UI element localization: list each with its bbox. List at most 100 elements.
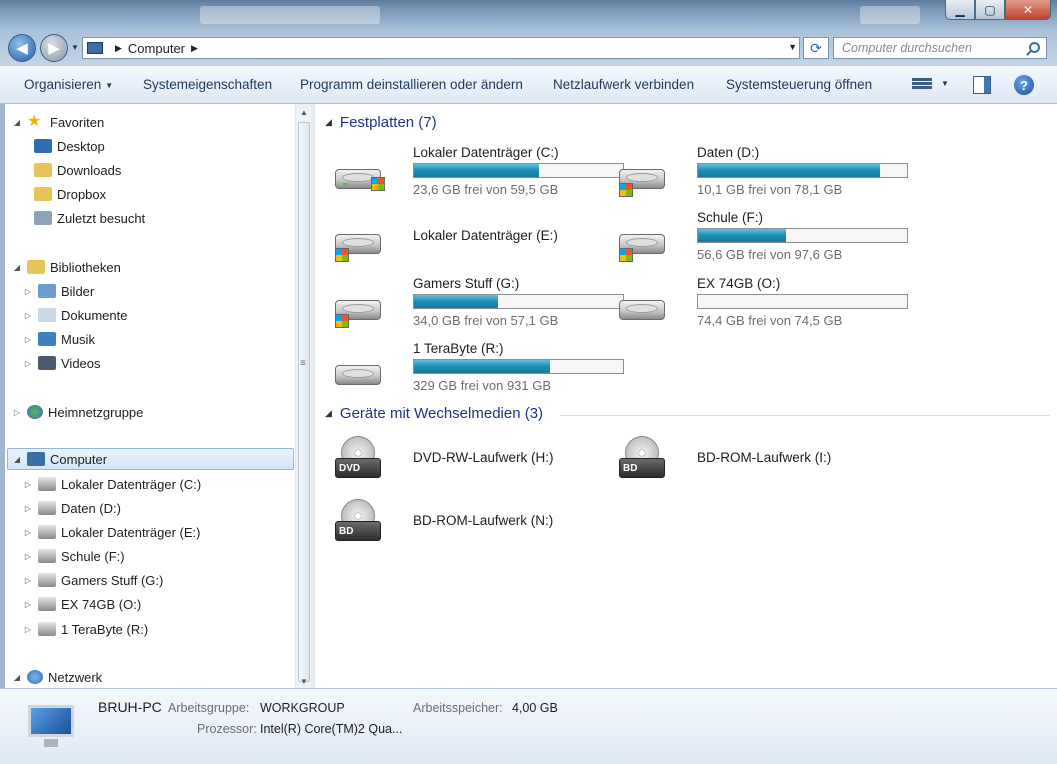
tree-network[interactable]: ◢ Netzwerk <box>11 666 102 688</box>
recent-pages-dropdown[interactable]: ▼ <box>71 43 79 52</box>
refresh-button[interactable]: ⟳ <box>803 37 829 59</box>
drive-tile-f[interactable]: Schule (F:) 56,6 GB frei von 97,6 GB <box>617 210 908 270</box>
tree-label: Dropbox <box>57 186 107 202</box>
breadcrumb-separator-icon[interactable]: ▶ <box>191 43 198 54</box>
maximize-button[interactable]: ▢ <box>975 0 1005 20</box>
scroll-down-icon[interactable]: ▼ <box>300 677 308 686</box>
tree-item-drive-c[interactable]: ▷ Lokaler Datenträger (C:) <box>22 473 201 495</box>
computer-monitor-icon <box>24 705 76 749</box>
tree-item-drive-e[interactable]: ▷ Lokaler Datenträger (E:) <box>22 521 201 543</box>
tree-item-dropbox[interactable]: Dropbox <box>34 183 106 205</box>
tree-item-desktop[interactable]: Desktop <box>34 135 105 157</box>
expand-triangle-icon[interactable]: ▷ <box>22 480 34 489</box>
expand-triangle-icon[interactable]: ▷ <box>22 335 34 344</box>
workgroup-value: WORKGROUP <box>260 701 345 715</box>
drive-icon <box>38 573 56 587</box>
tree-label: Computer <box>50 451 108 467</box>
expand-triangle-icon[interactable]: ▷ <box>22 359 34 368</box>
search-input[interactable]: Computer durchsuchen <box>833 37 1047 59</box>
tree-label: Schule (F:) <box>61 548 125 564</box>
tree-item-music[interactable]: ▷ Musik <box>22 328 95 350</box>
expand-triangle-icon[interactable]: ▷ <box>22 576 34 585</box>
expand-triangle-icon[interactable]: ▷ <box>22 287 34 296</box>
expand-triangle-icon[interactable]: ▷ <box>22 625 34 634</box>
expand-triangle-icon[interactable]: ▷ <box>22 528 34 537</box>
address-history-dropdown[interactable]: ▼ <box>788 42 797 52</box>
desktop-icon <box>34 139 52 153</box>
device-tile-n[interactable]: BD BD-ROM-Laufwerk (N:) <box>333 499 653 549</box>
scroll-up-icon[interactable]: ▲ <box>300 108 308 117</box>
tree-item-downloads[interactable]: Downloads <box>34 159 121 181</box>
tree-item-recent[interactable]: Zuletzt besucht <box>34 207 145 229</box>
workgroup-label: Arbeitsgruppe: <box>168 701 250 715</box>
hard-disks-group-header[interactable]: ◢ Festplatten (7) <box>325 114 437 131</box>
expand-triangle-icon[interactable]: ▷ <box>22 504 34 513</box>
drive-tile-o[interactable]: EX 74GB (O:) 74,4 GB frei von 74,5 GB <box>617 276 908 336</box>
change-view-icon[interactable] <box>912 77 932 93</box>
removable-group-header[interactable]: ◢ Geräte mit Wechselmedien (3) <box>325 405 543 422</box>
expand-triangle-icon[interactable]: ▷ <box>22 552 34 561</box>
collapse-triangle-icon[interactable]: ◢ <box>11 673 23 682</box>
star-icon: ★ <box>27 113 42 130</box>
window-controls: ▁ ▢ ✕ <box>945 0 1051 20</box>
collapse-triangle-icon[interactable]: ◢ <box>11 118 23 127</box>
breadcrumb-separator-icon[interactable]: ▶ <box>115 43 122 54</box>
expand-triangle-icon[interactable]: ▷ <box>11 408 23 417</box>
hdd-icon <box>333 220 385 262</box>
drive-tile-r[interactable]: 1 TeraByte (R:) 329 GB frei von 931 GB <box>333 341 624 401</box>
drive-name: Daten (D:) <box>697 145 760 160</box>
tree-homegroup[interactable]: ▷ Heimnetzgruppe <box>11 401 143 423</box>
tree-item-drive-g[interactable]: ▷ Gamers Stuff (G:) <box>22 569 163 591</box>
minimize-button[interactable]: ▁ <box>945 0 975 20</box>
collapse-triangle-icon[interactable]: ◢ <box>11 263 23 272</box>
organize-button[interactable]: Organisieren ▼ <box>24 77 113 92</box>
refresh-icon: ⟳ <box>810 39 822 56</box>
scrollbar-thumb[interactable] <box>298 122 310 682</box>
drive-tile-e[interactable]: Lokaler Datenträger (E:) <box>333 210 613 270</box>
drive-usage-fill <box>698 164 880 177</box>
collapse-triangle-icon[interactable]: ◢ <box>11 455 23 464</box>
drive-usage-bar <box>697 228 908 243</box>
documents-icon <box>38 308 56 322</box>
search-icon[interactable] <box>1029 42 1040 53</box>
tree-item-drive-r[interactable]: ▷ 1 TeraByte (R:) <box>22 618 148 640</box>
preview-pane-icon[interactable] <box>973 76 991 94</box>
tree-favorites[interactable]: ◢ ★ Favoriten <box>11 111 104 133</box>
drive-free-space: 74,4 GB frei von 74,5 GB <box>697 313 843 328</box>
tree-computer[interactable]: ◢ Computer <box>7 448 294 470</box>
tree-item-documents[interactable]: ▷ Dokumente <box>22 304 128 326</box>
tree-item-videos[interactable]: ▷ Videos <box>22 352 101 374</box>
network-icon <box>27 670 43 684</box>
uninstall-program-button[interactable]: Programm deinstallieren oder ändern <box>300 77 523 92</box>
device-tile-i[interactable]: BD BD-ROM-Laufwerk (I:) <box>617 436 937 486</box>
system-properties-button[interactable]: Systemeigenschaften <box>143 77 272 92</box>
expand-triangle-icon[interactable]: ▷ <box>22 600 34 609</box>
collapse-triangle-icon[interactable]: ◢ <box>325 117 332 128</box>
device-tile-h[interactable]: DVD DVD-RW-Laufwerk (H:) <box>333 436 653 486</box>
close-button[interactable]: ✕ <box>1005 0 1051 20</box>
pictures-icon <box>38 284 56 298</box>
libraries-icon <box>27 260 45 274</box>
drive-tile-d[interactable]: Daten (D:) 10,1 GB frei von 78,1 GB <box>617 145 908 205</box>
tree-libraries[interactable]: ◢ Bibliotheken <box>11 256 121 278</box>
forward-button[interactable]: ▶ <box>40 34 68 62</box>
tree-item-drive-f[interactable]: ▷ Schule (F:) <box>22 545 125 567</box>
hdd-icon <box>333 286 385 328</box>
tree-item-drive-o[interactable]: ▷ EX 74GB (O:) <box>22 593 141 615</box>
tree-item-pictures[interactable]: ▷ Bilder <box>22 280 94 302</box>
collapse-triangle-icon[interactable]: ◢ <box>325 408 332 419</box>
navigation-scrollbar[interactable]: ▲ ≡ ▼ <box>295 104 311 688</box>
help-icon[interactable]: ? <box>1014 75 1034 95</box>
open-control-panel-button[interactable]: Systemsteuerung öffnen <box>726 77 872 92</box>
tree-item-drive-d[interactable]: ▷ Daten (D:) <box>22 497 121 519</box>
drive-tile-c[interactable]: Lokaler Datenträger (C:) 23,6 GB frei vo… <box>333 145 624 205</box>
hdd-icon <box>617 155 669 197</box>
breadcrumb-computer[interactable]: Computer <box>128 41 185 56</box>
address-bar[interactable]: ▶ Computer ▶ ▼ <box>82 37 800 59</box>
expand-triangle-icon[interactable]: ▷ <box>22 311 34 320</box>
drive-tile-g[interactable]: Gamers Stuff (G:) 34,0 GB frei von 57,1 … <box>333 276 624 336</box>
homegroup-icon <box>27 405 43 419</box>
map-network-drive-button[interactable]: Netzlaufwerk verbinden <box>553 77 694 92</box>
view-options-dropdown[interactable]: ▼ <box>941 79 949 88</box>
back-button[interactable]: ◀ <box>8 34 36 62</box>
